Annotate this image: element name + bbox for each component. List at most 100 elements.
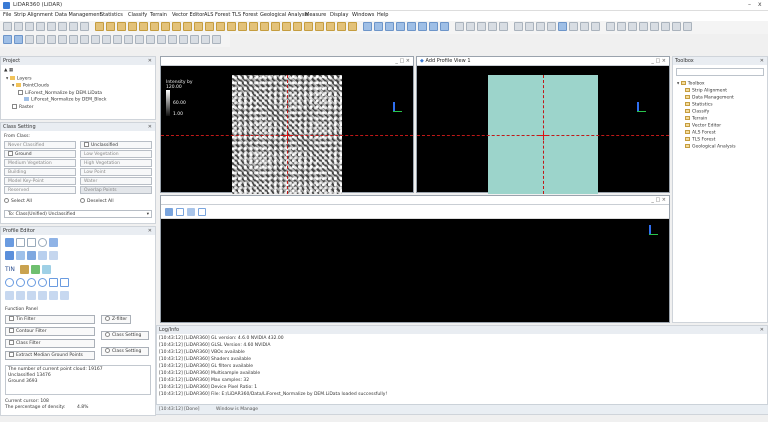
file-checkbox[interactable] [18,90,23,95]
panel-close-icon[interactable]: ✕ [760,326,764,334]
tree-pointclouds[interactable]: ▾ PointClouds [12,83,49,89]
menu-data-management[interactable]: Data Management [55,12,101,18]
menu-help[interactable]: Help [377,12,388,18]
list-icon[interactable] [36,35,45,44]
classify-tool-21-icon[interactable] [315,22,324,31]
toolbox-terrain[interactable]: Terrain [685,116,707,122]
class-option-reserved[interactable]: Reserved [4,186,76,194]
toolbox-vector-editor[interactable]: Vector Editor [685,123,721,129]
profile-select-icon[interactable] [165,208,173,216]
circle-tool-1-icon[interactable] [5,278,14,287]
toolbox-strip-alignment[interactable]: Strip Alignment [685,88,727,94]
point-size-icon[interactable] [580,22,589,31]
classify-tool-2-icon[interactable] [106,22,115,31]
eraser-select-icon[interactable] [49,238,58,247]
hide-icon[interactable] [168,35,177,44]
display-mode-icon[interactable] [558,22,567,31]
classify-tool-18-icon[interactable] [282,22,291,31]
terrain-tool-icon[interactable] [20,265,29,274]
profile-rotate-icon[interactable] [176,208,184,216]
classify-tool-6-icon[interactable] [150,22,159,31]
class-option-high-vegetation[interactable]: High Vegetation [80,159,152,167]
view-left-icon[interactable] [407,22,416,31]
point-cloud-view-2[interactable]: ◆ Add Profile View 1 _ □ × [416,56,670,194]
class-setting-button-2[interactable]: Class Setting [101,347,149,356]
select-icon[interactable] [525,22,534,31]
layer-manager-icon[interactable] [3,35,12,44]
classify-tool-9-icon[interactable] [183,22,192,31]
deselect-all-radio[interactable]: Deselect All [80,198,114,204]
class-option-low-point[interactable]: Low Point [80,168,152,176]
vector-tool-icon[interactable] [27,291,36,300]
menu-statistics[interactable]: Statistics [100,12,123,18]
menu-display[interactable]: Display [330,12,348,18]
curve-tool-icon[interactable] [639,22,648,31]
menu-windows[interactable]: Windows [352,12,374,18]
view3-window-controls[interactable]: _ □ × [651,196,666,205]
classify-tool-10-icon[interactable] [194,22,203,31]
contour-filter-button[interactable]: Contour Filter [5,327,95,336]
cross-section-icon[interactable] [135,35,144,44]
z-filter-radio[interactable] [105,316,110,321]
toolbox-root[interactable]: ▾ Toolbox [677,81,705,87]
circle-select-icon[interactable] [16,238,25,247]
grid-icon[interactable] [14,35,23,44]
settings-icon[interactable] [80,22,89,31]
panel-close-icon[interactable]: ✕ [148,227,152,235]
classify-tool-5-icon[interactable] [139,22,148,31]
ground-checkbox[interactable] [8,151,13,156]
extract-median-button[interactable]: Extract Median Ground Points [5,351,95,360]
vertex-tool-icon[interactable] [672,22,681,31]
tree-file[interactable]: LiForest_Normalize by DEM.LiData [18,90,102,96]
class-filter-checkbox[interactable] [9,340,14,345]
classify-tool-20-icon[interactable] [304,22,313,31]
more-tools-icon[interactable] [212,35,221,44]
brush-icon[interactable] [69,35,78,44]
polygon-tool-icon[interactable] [628,22,637,31]
reset-view-icon[interactable] [499,22,508,31]
menu-classify[interactable]: Classify [128,12,147,18]
toolbox-search-input[interactable] [676,68,764,76]
toolbox-classify[interactable]: Classify [685,109,709,115]
select-all-radio-icon[interactable] [4,198,9,203]
view-bottom-icon[interactable] [374,22,383,31]
select-all-radio[interactable]: Select All [4,198,32,204]
profile-view[interactable]: _ □ × [160,195,670,323]
line-tool-icon[interactable] [606,22,615,31]
minimize-button[interactable]: – [748,1,751,8]
classify-tool-17-icon[interactable] [271,22,280,31]
layers-expand-icon[interactable]: ▾ [6,77,8,82]
clip-icon[interactable] [536,22,545,31]
select-box-icon[interactable] [5,238,14,247]
unclassified-checkbox[interactable] [84,142,89,147]
tree-raster[interactable]: Raster [12,104,34,110]
refresh-icon[interactable] [201,35,210,44]
eye-dome-icon[interactable] [569,22,578,31]
classify-tool-13-icon[interactable] [227,22,236,31]
point-cloud-view-1[interactable]: _ □ × Intensity by 120.00 60.00 1.00 [160,56,414,194]
classify-tool-22-icon[interactable] [326,22,335,31]
line-above-icon[interactable] [5,251,14,260]
snap-tool-icon[interactable] [683,22,692,31]
polyline-edit-icon[interactable] [49,291,58,300]
raster-checkbox[interactable] [12,104,17,109]
panel-close-icon[interactable]: ✕ [148,57,152,65]
menu-measure[interactable]: Measure [305,12,326,18]
water-tool-icon[interactable] [42,265,51,274]
line-below-icon[interactable] [16,251,25,260]
class-option-building[interactable]: Building [4,168,76,176]
class-option-low-vegetation[interactable]: Low Vegetation [80,150,152,158]
class-filter-button[interactable]: Class Filter [5,339,95,348]
table-icon[interactable] [69,22,78,31]
toolbox-root-expand-icon[interactable]: ▾ [677,82,679,87]
class-option-water[interactable]: Water [80,177,152,185]
class-option-ground[interactable]: Ground [4,150,76,158]
circle-tool-4-icon[interactable] [38,278,47,287]
view1-window-controls[interactable]: _ □ × [395,57,410,66]
tin-tool-icon[interactable]: TIN [5,266,15,273]
line-between-icon[interactable] [27,251,36,260]
show-icon[interactable] [179,35,188,44]
filter-icon[interactable] [47,35,56,44]
classify-tool-12-icon[interactable] [216,22,225,31]
view-top-icon[interactable] [363,22,372,31]
